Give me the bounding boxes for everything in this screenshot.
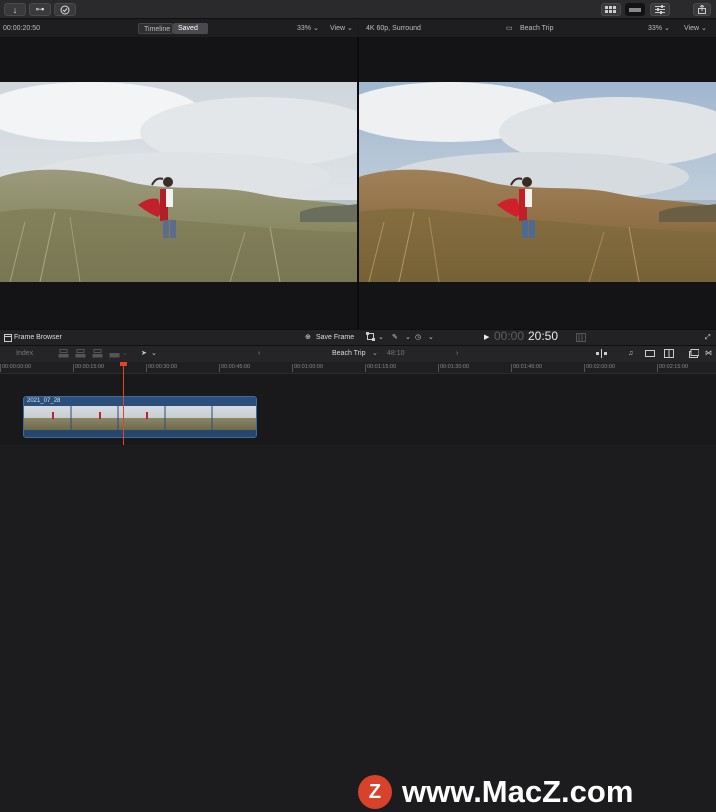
- background-tasks-icon: [60, 5, 70, 14]
- view-label: View: [684, 25, 700, 32]
- ruler-tick-label: 00:02:00:00: [586, 364, 616, 370]
- chevron-down-icon: ⌄: [701, 25, 707, 32]
- ruler-tick-label: 00:02:15:00: [659, 364, 689, 370]
- inspector-button[interactable]: [650, 3, 670, 16]
- ruler-tick-label: 00:01:45:00: [513, 364, 543, 370]
- chevron-down-icon: ⌄: [312, 25, 319, 32]
- video-clip[interactable]: 2021_07_28: [23, 396, 257, 438]
- viewer-bottom-bar: Frame Browser ⊕ Save Frame ⌄ ✎ ⌄ ◷ ⌄ ▶ 0…: [0, 329, 716, 345]
- index-button[interactable]: Index: [16, 346, 33, 362]
- ruler-tick-mark: [146, 364, 147, 372]
- effects-browser-icon[interactable]: ⋈: [705, 346, 712, 362]
- chevron-down-icon: ⌄: [347, 25, 353, 32]
- watermark-text: www.MacZ.com: [402, 774, 634, 809]
- history-forward-icon[interactable]: ›: [456, 346, 458, 362]
- history-back-icon[interactable]: ‹: [258, 346, 260, 362]
- ruler-tick-mark: [73, 364, 74, 372]
- background-tasks-button[interactable]: [54, 3, 76, 16]
- ruler-tick-label: 00:00:00:00: [2, 364, 32, 370]
- clip-name: 2021_07_28: [27, 398, 61, 404]
- ruler-tick-mark: [657, 364, 658, 372]
- top-toolbar: ↓ ⊶: [0, 0, 716, 19]
- clip-audio-strip: [24, 430, 256, 437]
- headphones-icon[interactable]: ♫: [628, 346, 633, 362]
- zoom-value: 33%: [297, 25, 312, 32]
- timeline-segment[interactable]: Timeline: [138, 23, 173, 34]
- zoom-value: 33%: [648, 25, 663, 32]
- left-viewer-header: 00:00:20:50 Timeline Saved 33% ⌄ View ⌄: [0, 20, 357, 37]
- frame-browser-label[interactable]: Frame Browser: [14, 330, 62, 345]
- chevron-down-icon: ⌄: [122, 350, 128, 357]
- sliders-icon: [655, 5, 665, 14]
- import-icon: ↓: [12, 4, 18, 15]
- watermark-logo: Z: [358, 775, 392, 809]
- film-icon: ▭: [506, 25, 513, 32]
- right-viewer-header: 4K 60p, Surround ▭ Beach Trip 33% ⌄ View…: [359, 20, 716, 37]
- magic-wand-icon[interactable]: ✎: [392, 330, 398, 345]
- view-menu-right[interactable]: View ⌄: [684, 20, 707, 37]
- playhead-handle[interactable]: [120, 362, 127, 366]
- ruler-tick-label: 00:00:15:00: [75, 364, 105, 370]
- share-icon: [698, 5, 706, 14]
- timeline-duration: 48:10: [387, 350, 405, 357]
- play-icon[interactable]: ▶: [484, 330, 489, 345]
- grid-icon: [605, 6, 616, 13]
- playback-timecode: 20:50: [528, 329, 559, 343]
- select-tool-icon[interactable]: ➤: [141, 346, 147, 362]
- ruler-tick-mark: [0, 364, 1, 372]
- video-frame-graded: [359, 82, 716, 282]
- viewer-timecode: 00:00:20:50: [3, 25, 40, 32]
- ruler-tick-mark: [292, 364, 293, 372]
- chevron-down-icon: ⌄: [378, 334, 384, 341]
- chevron-down-icon: ⌄: [428, 334, 434, 341]
- keywords-button[interactable]: ⊶: [29, 3, 51, 16]
- timecode-dim: 00:00: [494, 329, 525, 343]
- project-name: Beach Trip: [520, 25, 554, 32]
- chevron-down-icon: ⌄: [663, 25, 670, 32]
- timeline-project-name[interactable]: Beach Trip: [332, 346, 365, 362]
- ruler-tick-label: 00:00:30:00: [148, 364, 178, 370]
- timeline-icon: [629, 7, 641, 12]
- ruler-tick-mark: [438, 364, 439, 372]
- plus-icon: ⊕: [305, 334, 311, 341]
- saved-segment-label: Saved: [178, 25, 198, 32]
- ruler-tick-mark: [511, 364, 512, 372]
- view-label: View: [330, 25, 346, 32]
- chevron-down-icon: ⌄: [372, 350, 378, 357]
- import-button[interactable]: ↓: [4, 3, 26, 16]
- chevron-down-icon: ⌄: [405, 334, 411, 341]
- ruler-tick-mark: [365, 364, 366, 372]
- share-button[interactable]: [693, 3, 711, 16]
- fullscreen-icon[interactable]: ⤢: [705, 330, 711, 345]
- browser-layout-button[interactable]: [601, 3, 621, 16]
- watermark: Z www.MacZ.com: [358, 772, 633, 812]
- zoom-menu-right[interactable]: 33% ⌄: [648, 20, 670, 37]
- timeline-area[interactable]: 2021_07_28 Z www.MacZ.com: [0, 374, 716, 809]
- playhead[interactable]: [120, 362, 127, 445]
- ruler-tick-label: 00:01:15:00: [367, 364, 397, 370]
- chevron-down-icon: ⌄: [151, 350, 157, 357]
- right-viewer[interactable]: [359, 37, 716, 329]
- ruler-tick-label: 00:00:45:00: [221, 364, 251, 370]
- video-frame-original: [0, 82, 357, 282]
- timeline-layout-button[interactable]: [625, 3, 645, 16]
- left-viewer[interactable]: [0, 37, 357, 329]
- saved-segment[interactable]: Saved: [173, 23, 208, 34]
- zoom-menu-left[interactable]: 33% ⌄: [297, 20, 319, 37]
- format-label: 4K 60p, Surround: [366, 25, 421, 32]
- ruler-tick-mark: [219, 364, 220, 372]
- key-icon: ⊶: [35, 4, 45, 14]
- view-menu-left[interactable]: View ⌄: [330, 20, 353, 37]
- timeline-toolbar: Index ⌄ ➤ ⌄ ‹ Beach Trip ⌄ 48:10 › ♫ ⋈: [0, 345, 716, 362]
- clip-filmstrip: [24, 406, 256, 430]
- ruler-tick-label: 00:01:30:00: [440, 364, 470, 370]
- ruler-tick-mark: [584, 364, 585, 372]
- speed-icon[interactable]: ◷: [415, 330, 421, 345]
- timeline-segment-label: Timeline: [144, 26, 171, 33]
- ruler-tick-label: 00:01:00:00: [294, 364, 324, 370]
- save-frame-button[interactable]: Save Frame: [316, 330, 354, 345]
- timeline-ruler[interactable]: 00:00:00:00 00:00:15:00 00:00:30:00 00:00:4…: [0, 362, 716, 374]
